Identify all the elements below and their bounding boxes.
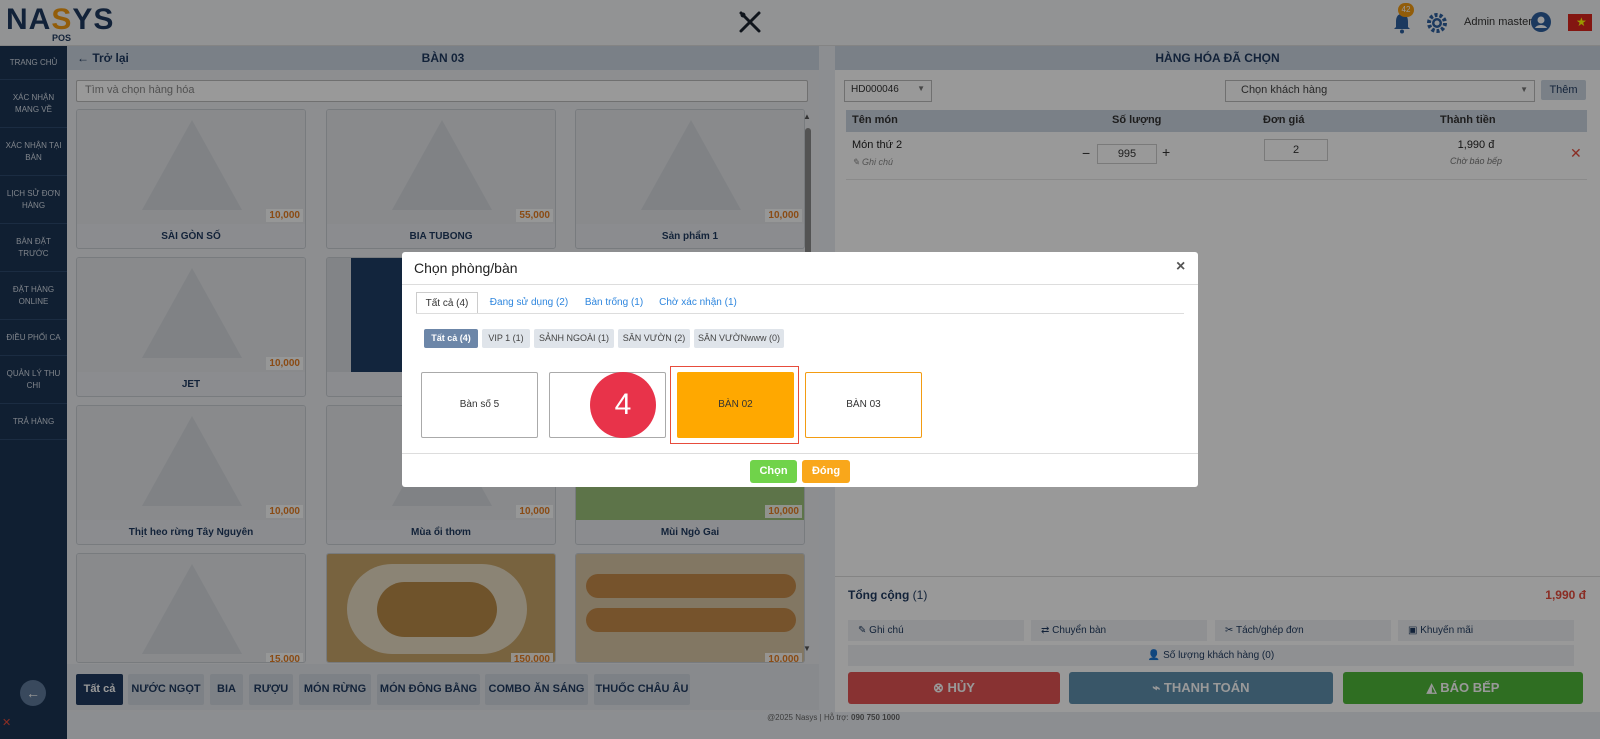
modal-divider xyxy=(402,284,1198,285)
area-vip1[interactable]: VIP 1 (1) xyxy=(482,329,530,348)
area-all[interactable]: Tất cả (4) xyxy=(424,329,478,348)
tab-empty[interactable]: Bàn trống (1) xyxy=(581,292,647,314)
table-card[interactable]: BÀN 03 xyxy=(805,372,922,438)
close-icon[interactable]: × xyxy=(1176,258,1185,276)
choose-button[interactable]: Chọn xyxy=(750,460,797,483)
modal-footer-divider xyxy=(402,453,1198,454)
tab-pending[interactable]: Chờ xác nhận (1) xyxy=(655,292,741,314)
tab-in-use[interactable]: Đang sử dụng (2) xyxy=(485,292,573,314)
table-card-selected[interactable]: BÀN 02 xyxy=(677,372,794,438)
table-card[interactable]: Bàn số 5 xyxy=(421,372,538,438)
area-lobby[interactable]: SẢNH NGOÀI (1) xyxy=(534,329,614,348)
close-button[interactable]: Đóng xyxy=(802,460,850,483)
area-garden-www[interactable]: SÂN VƯỜNwww (0) xyxy=(694,329,784,348)
step-number-badge: 4 xyxy=(590,372,656,438)
tab-divider xyxy=(416,313,1184,314)
area-garden[interactable]: SÂN VƯỜN (2) xyxy=(618,329,690,348)
choose-table-modal: Chọn phòng/bàn × Tất cả (4) Đang sử dụng… xyxy=(402,252,1198,487)
tab-all[interactable]: Tất cả (4) xyxy=(416,292,478,314)
modal-title: Chọn phòng/bàn xyxy=(414,260,518,276)
